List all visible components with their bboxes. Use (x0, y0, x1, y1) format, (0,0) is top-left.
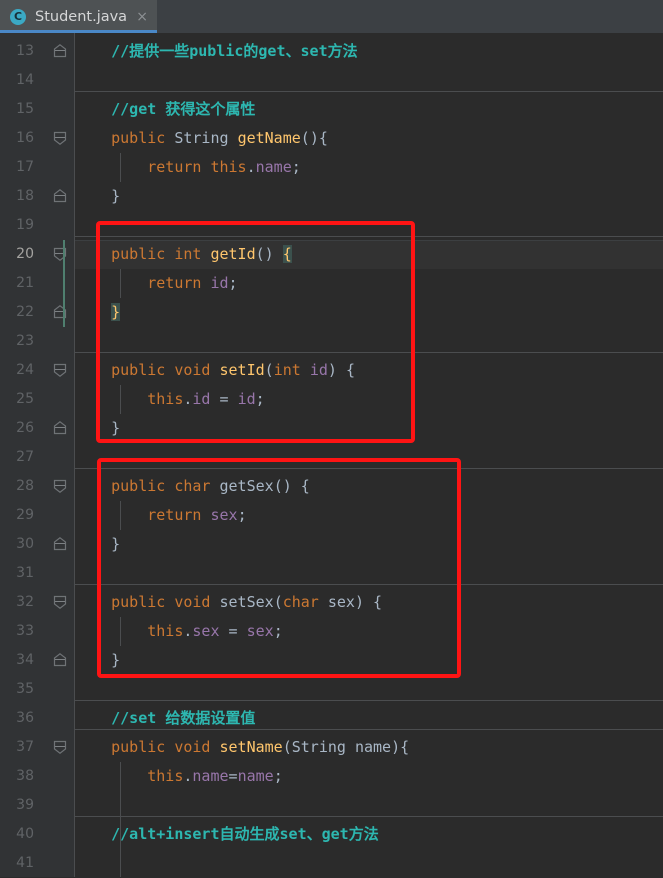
code-line-16[interactable]: public String getName(){ (75, 124, 328, 153)
line-number-21: 21 (16, 275, 34, 291)
annotation-box-getid-setid (96, 221, 415, 443)
line-number-17: 17 (16, 159, 34, 175)
code-line-15[interactable]: //get 获得这个属性 (75, 95, 255, 124)
line-number-19: 19 (16, 217, 34, 233)
method-separator (75, 729, 663, 730)
tab-label: Student.java (35, 8, 128, 25)
line-number-34: 34 (16, 652, 34, 668)
line-number-38: 38 (16, 768, 34, 784)
fold-expand-icon-line-34[interactable] (52, 652, 68, 668)
fold-collapse-icon-line-28[interactable] (52, 478, 68, 494)
line-number-37: 37 (16, 739, 34, 755)
indent-guide (120, 153, 121, 182)
line-number-18: 18 (16, 188, 34, 204)
line-number-26: 26 (16, 420, 34, 436)
line-number-24: 24 (16, 362, 34, 378)
code-line-38[interactable]: this.name=name; (75, 762, 282, 791)
annotation-box-getsex-setsex (97, 458, 461, 678)
line-number-22: 22 (16, 304, 34, 320)
code-editor-area[interactable]: //提供一些public的get、set方法 //get 获得这个属性 publ… (75, 33, 663, 877)
method-separator (75, 91, 663, 92)
line-number-15: 15 (16, 101, 34, 117)
line-number-16: 16 (16, 130, 34, 146)
code-line-18[interactable]: } (75, 182, 120, 211)
tab-student-java[interactable]: C Student.java × (0, 0, 157, 33)
ide-window: C Student.java × 13 14 15 16 17 18 19 20 21 22 23 2… (0, 0, 663, 877)
line-number-41: 41 (16, 855, 34, 871)
fold-expand-icon-line-22[interactable] (52, 304, 68, 320)
line-number-31: 31 (16, 565, 34, 581)
line-number-36: 36 (16, 710, 34, 726)
java-class-icon: C (10, 8, 26, 25)
fold-collapse-icon-line-16[interactable] (52, 130, 68, 146)
method-separator (75, 816, 663, 817)
fold-expand-icon-line-13[interactable] (52, 43, 68, 59)
brace-match-range-marker (63, 240, 65, 327)
code-line-13[interactable]: //提供一些public的get、set方法 (75, 37, 358, 66)
close-icon[interactable]: × (133, 10, 151, 24)
editor-gutter[interactable]: 13 14 15 16 17 18 19 20 21 22 23 24 25 26 27 28 29 30 31 32… (0, 33, 75, 877)
line-number-33: 33 (16, 623, 34, 639)
indent-guide (120, 762, 121, 877)
code-line-17[interactable]: return this.name; (75, 153, 301, 182)
line-number-30: 30 (16, 536, 34, 552)
line-number-23: 23 (16, 333, 34, 349)
code-line-37[interactable]: public void setName(String name){ (75, 733, 409, 762)
line-number-35: 35 (16, 681, 34, 697)
line-number-28: 28 (16, 478, 34, 494)
fold-collapse-icon-line-24[interactable] (52, 362, 68, 378)
line-number-13: 13 (16, 43, 34, 59)
editor-tab-bar: C Student.java × (0, 0, 663, 33)
line-number-25: 25 (16, 391, 34, 407)
fold-expand-icon-line-30[interactable] (52, 536, 68, 552)
line-number-40: 40 (16, 826, 34, 842)
fold-collapse-icon-line-37[interactable] (52, 739, 68, 755)
fold-expand-icon-line-18[interactable] (52, 188, 68, 204)
line-number-14: 14 (16, 72, 34, 88)
method-separator (75, 700, 663, 701)
line-number-20: 20 (16, 246, 34, 262)
line-number-27: 27 (16, 449, 34, 465)
fold-collapse-icon-line-20[interactable] (52, 246, 68, 262)
line-number-29: 29 (16, 507, 34, 523)
line-number-32: 32 (16, 594, 34, 610)
fold-collapse-icon-line-32[interactable] (52, 594, 68, 610)
line-number-39: 39 (16, 797, 34, 813)
fold-expand-icon-line-26[interactable] (52, 420, 68, 436)
